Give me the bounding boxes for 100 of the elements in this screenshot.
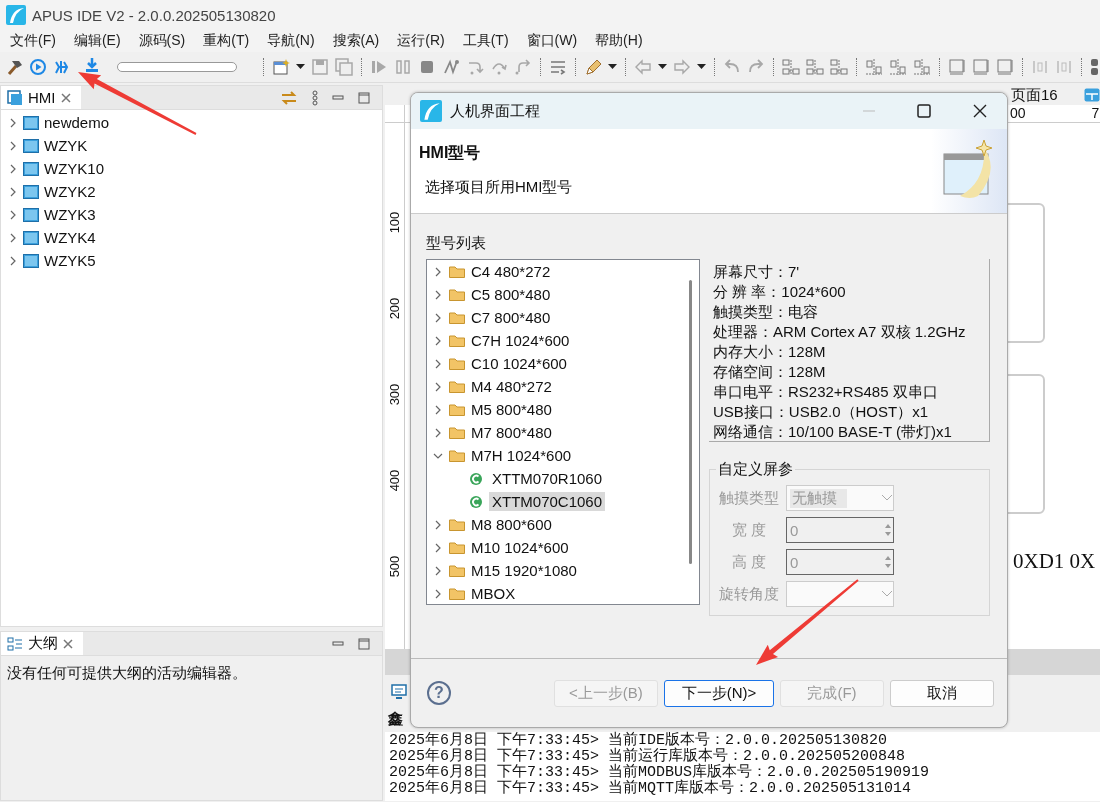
more-icon[interactable]: [312, 89, 318, 106]
model-group[interactable]: C10 1024*600: [471, 355, 567, 372]
model-group[interactable]: C7H 1024*600: [471, 332, 570, 349]
folder-icon: [23, 138, 39, 153]
distribute-icon[interactable]: [889, 58, 907, 76]
wizard-button[interactable]: 取消: [890, 679, 994, 707]
folder-icon: [23, 253, 39, 268]
chevron-icon[interactable]: [8, 186, 18, 197]
chevron-icon[interactable]: [8, 140, 18, 151]
menu-item[interactable]: 文件(F): [1, 32, 65, 50]
chevron-icon[interactable]: [433, 427, 443, 438]
play-icon[interactable]: [29, 58, 47, 76]
word-wrap-icon[interactable]: [549, 58, 567, 76]
model-group[interactable]: M7H 1024*600: [471, 447, 572, 464]
model-group[interactable]: M4 480*272: [471, 378, 552, 395]
maximize-icon[interactable]: [917, 104, 931, 118]
chevron-icon[interactable]: [433, 312, 443, 323]
menu-item[interactable]: 帮助(H): [586, 32, 652, 50]
model-group[interactable]: M8 800*600: [471, 516, 552, 533]
folder-icon: [23, 207, 39, 222]
model-group[interactable]: C5 800*480: [471, 286, 551, 303]
chevron-icon[interactable]: [8, 163, 18, 174]
chevron-icon[interactable]: [433, 588, 443, 599]
project-item[interactable]: WZYK3: [44, 206, 96, 223]
chevron-icon[interactable]: [433, 266, 443, 277]
chevron-icon[interactable]: [433, 381, 443, 392]
caret-icon[interactable]: [296, 64, 305, 70]
maximize-icon[interactable]: [358, 637, 370, 650]
model-group[interactable]: C4 480*272: [471, 263, 551, 280]
distribute-icon[interactable]: [865, 58, 883, 76]
resume-icon[interactable]: [370, 58, 388, 76]
help-button[interactable]: ?: [427, 681, 451, 705]
align-icon[interactable]: [830, 58, 848, 76]
menu-item[interactable]: 窗口(W): [517, 32, 587, 50]
save-icon[interactable]: [311, 58, 329, 76]
resize-icon[interactable]: [996, 58, 1014, 76]
align-icon[interactable]: [782, 58, 800, 76]
group-title: 自定义屏参: [717, 460, 794, 479]
project-item[interactable]: WZYK10: [44, 160, 104, 177]
chevron-icon[interactable]: [433, 565, 443, 576]
maximize-icon[interactable]: [358, 91, 370, 104]
new-page-icon[interactable]: [272, 58, 290, 76]
project-item[interactable]: WZYK4: [44, 229, 96, 246]
project-item[interactable]: WZYK2: [44, 183, 96, 200]
menu-item[interactable]: 源码(S): [129, 32, 195, 50]
menu-item[interactable]: 重构(T): [194, 32, 259, 50]
model-group[interactable]: MBOX: [471, 585, 516, 602]
resize-icon[interactable]: [948, 58, 966, 76]
model-group[interactable]: M10 1024*600: [471, 539, 569, 556]
chevron-icon[interactable]: [433, 289, 443, 300]
model-group[interactable]: C7 800*480: [471, 309, 551, 326]
project-item[interactable]: newdemo: [44, 114, 110, 131]
hammer-icon[interactable]: [5, 58, 23, 76]
chevron-icon[interactable]: [433, 519, 443, 530]
folder-icon: [449, 288, 465, 301]
pause-icon[interactable]: [394, 58, 412, 76]
distribute-icon[interactable]: [913, 58, 931, 76]
resize-icon[interactable]: [972, 58, 990, 76]
back-arrow-icon[interactable]: [634, 58, 652, 76]
link-editor-icon[interactable]: [280, 89, 298, 106]
menu-item[interactable]: 搜索(A): [323, 32, 389, 50]
caret-icon[interactable]: [658, 64, 667, 70]
hmi-panel-icon: [7, 89, 23, 106]
model-group[interactable]: M7 800*480: [471, 424, 552, 441]
model-group[interactable]: M5 800*480: [471, 401, 552, 418]
menu-item[interactable]: 导航(N): [258, 32, 324, 50]
menu-item[interactable]: 运行(R): [388, 32, 454, 50]
chevron-icon[interactable]: [8, 117, 18, 128]
menu-item[interactable]: 编辑(E): [64, 32, 130, 50]
chevron-icon[interactable]: [8, 232, 18, 243]
chevron-icon[interactable]: [433, 542, 443, 553]
folder-icon: [449, 265, 465, 278]
chevron-icon[interactable]: [8, 209, 18, 220]
caret-icon[interactable]: [608, 64, 617, 70]
caret-icon[interactable]: [697, 64, 706, 70]
forward-arrow-icon[interactable]: [673, 58, 691, 76]
project-item[interactable]: WZYK: [44, 137, 88, 154]
wizard-button[interactable]: 下一步(N)>: [664, 679, 774, 707]
scrollbar-thumb[interactable]: [689, 280, 692, 564]
model-item[interactable]: XTTM070C1060: [489, 492, 606, 511]
chevron-icon[interactable]: [433, 335, 443, 346]
align-icon[interactable]: [806, 58, 824, 76]
save-all-icon[interactable]: [335, 58, 353, 76]
close-icon[interactable]: [973, 104, 987, 118]
model-group[interactable]: M15 1920*1080: [471, 562, 577, 579]
folder-icon: [449, 426, 465, 439]
folder-icon: [449, 449, 465, 462]
editor-tab[interactable]: 页面16: [1007, 85, 1062, 105]
model-item[interactable]: XTTM070R1060: [489, 469, 606, 488]
step-return-icon[interactable]: [514, 58, 532, 76]
canvas-text: 0XD1 0X: [1013, 549, 1096, 574]
folder-icon: [449, 564, 465, 577]
menu-item[interactable]: 工具(T): [453, 32, 518, 50]
chevron-icon[interactable]: [433, 404, 443, 415]
pen-icon[interactable]: [584, 58, 602, 76]
chevron-icon[interactable]: [433, 358, 443, 369]
chevron-icon[interactable]: [8, 255, 18, 266]
download-icon[interactable]: [83, 58, 101, 72]
stop-icon[interactable]: [418, 58, 436, 76]
project-item[interactable]: WZYK5: [44, 252, 96, 269]
